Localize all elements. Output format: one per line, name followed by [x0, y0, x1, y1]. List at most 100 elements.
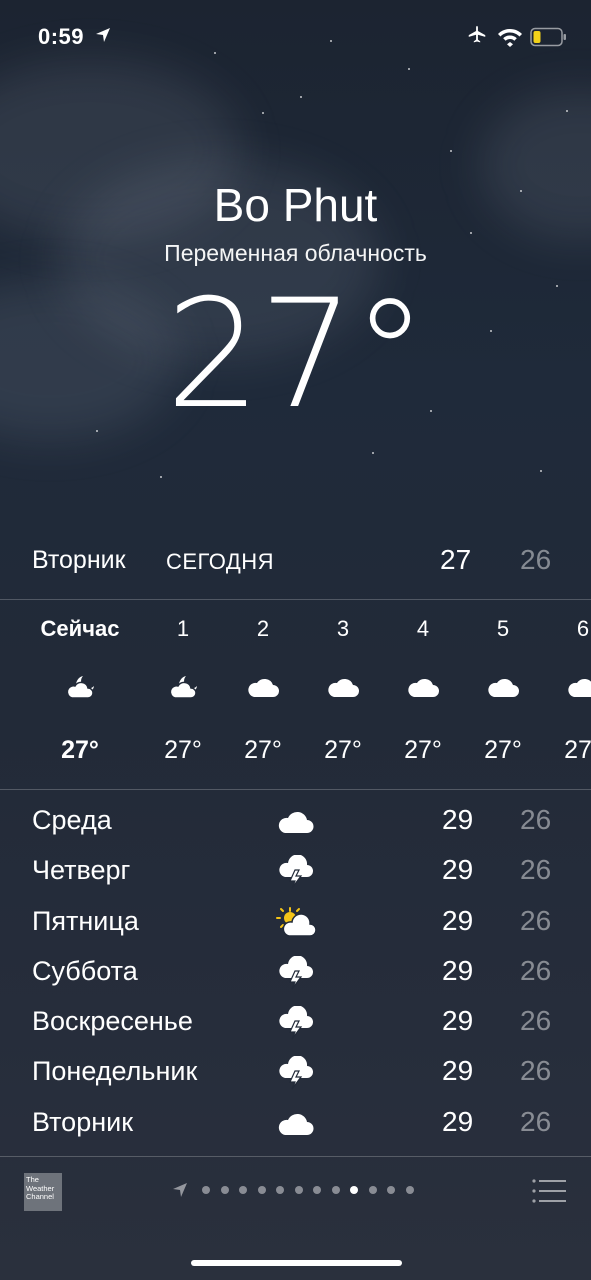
- hour-label: 5: [496, 616, 510, 641]
- hour-temp: 27°: [61, 736, 99, 764]
- cloud-icon: [278, 1113, 314, 1135]
- hourly-item: 6 27°: [543, 600, 591, 789]
- hour-temp: 27°: [564, 736, 591, 764]
- hourly-item: 2 27°: [223, 600, 303, 789]
- cloud-icon: [278, 811, 314, 833]
- weather-condition: Переменная облачность: [164, 240, 427, 266]
- daily-row: Пятница 29 26: [0, 898, 591, 948]
- status-time: 0:59: [38, 24, 85, 49]
- hourly-forecast[interactable]: Сейчас 27° 1 27° 2 27° 3 27° 4 27° 5 27°…: [0, 600, 591, 789]
- daily-low: 26: [520, 1055, 552, 1087]
- daily-forecast: Среда 29 26 Четверг 29 26 Пятница 29 26: [0, 797, 591, 1149]
- hourly-item: 3 27°: [303, 600, 383, 789]
- partly-cloudy-night-icon: [169, 676, 197, 699]
- daily-low: 26: [520, 954, 552, 986]
- daily-row: Вторник 29 26: [0, 1099, 591, 1149]
- daily-row: Суббота 29 26: [0, 948, 591, 998]
- list-icon[interactable]: [531, 1178, 567, 1204]
- hourly-item: Сейчас 27°: [40, 600, 120, 789]
- cloud-icon: [488, 678, 519, 697]
- daily-low: 26: [520, 854, 552, 886]
- daily-high: 29: [442, 954, 474, 986]
- hourly-item: 4 27°: [383, 600, 463, 789]
- daily-day: Суббота: [32, 955, 138, 986]
- city-name: Bo Phut: [213, 179, 378, 231]
- thunderstorm-icon: [279, 955, 313, 990]
- divider: [0, 789, 591, 790]
- page-dot[interactable]: [202, 1186, 210, 1194]
- hour-label: 6: [576, 616, 590, 641]
- page-dot[interactable]: [257, 1186, 266, 1194]
- page-dot[interactable]: [276, 1186, 284, 1194]
- daily-row: Воскресенье 29 26: [0, 998, 591, 1048]
- airplane-icon: [468, 25, 486, 43]
- wifi-icon: [498, 29, 522, 47]
- page-dot[interactable]: [405, 1186, 414, 1194]
- footer-toolbar: The Weather Channel: [0, 1158, 591, 1280]
- daily-day: Среда: [32, 805, 112, 835]
- cloud-icon: [328, 678, 359, 697]
- page-dot[interactable]: [239, 1186, 247, 1194]
- divider: [0, 1156, 591, 1157]
- daily-low: 26: [520, 804, 552, 835]
- daily-day: Четверг: [32, 855, 131, 886]
- page-dot[interactable]: [331, 1186, 340, 1194]
- page-dot[interactable]: [313, 1186, 321, 1194]
- daily-row: Среда 29 26: [0, 797, 591, 847]
- current-temperature: 27°: [165, 268, 428, 442]
- battery-icon: [530, 27, 566, 47]
- hour-label: 2: [256, 616, 270, 641]
- home-indicator[interactable]: [191, 1260, 402, 1266]
- daily-day: Вторник: [32, 1106, 134, 1137]
- daily-low: 26: [520, 1005, 552, 1037]
- today-low: 26: [520, 544, 552, 575]
- daily-row: Четверг 29 26: [0, 847, 591, 897]
- status-bar: 0:59: [0, 0, 591, 70]
- hourly-item: 1 27°: [143, 600, 223, 789]
- thunderstorm-icon: [279, 855, 313, 889]
- cloud-icon: [248, 678, 279, 697]
- page-dot[interactable]: [387, 1186, 395, 1194]
- daily-row: Понедельник 29 26: [0, 1048, 591, 1098]
- cloud-icon: [408, 678, 439, 697]
- page-dot[interactable]: [368, 1186, 377, 1194]
- today-summary-row: Вторник СЕГОДНЯ 27 26: [0, 540, 591, 586]
- thunderstorm-icon: [279, 1006, 313, 1040]
- today-day: Вторник: [32, 546, 126, 574]
- hour-label: 3: [336, 616, 350, 641]
- hour-temp: 27°: [324, 736, 362, 764]
- today-tag: СЕГОДНЯ: [166, 549, 275, 574]
- location-arrow-icon: [96, 28, 110, 42]
- thunderstorm-icon: [279, 1056, 313, 1090]
- daily-high: 29: [442, 854, 474, 886]
- daily-high: 29: [442, 804, 474, 835]
- partly-sunny-icon: [276, 906, 316, 937]
- hour-temp: 27°: [484, 736, 522, 764]
- weather-channel-logo[interactable]: The Weather Channel: [24, 1173, 62, 1211]
- page-indicator[interactable]: [172, 1182, 432, 1198]
- today-high: 27: [440, 544, 472, 575]
- daily-day: Воскресенье: [32, 1006, 193, 1037]
- page-dot[interactable]: [220, 1186, 229, 1194]
- daily-low: 26: [520, 904, 552, 936]
- daily-day: Понедельник: [32, 1056, 198, 1087]
- daily-high: 29: [442, 904, 474, 936]
- hour-label: 4: [416, 616, 430, 641]
- page-dot[interactable]: [350, 1186, 358, 1194]
- hour-temp: 27°: [244, 736, 282, 764]
- hourly-item: 5 27°: [463, 600, 543, 789]
- logo-text-line: Channel: [26, 1192, 54, 1201]
- hour-temp: 27°: [164, 736, 202, 764]
- daily-low: 26: [520, 1105, 552, 1137]
- hour-label: Сейчас: [40, 616, 120, 641]
- partly-cloudy-night-icon: [66, 676, 94, 699]
- daily-day: Пятница: [32, 905, 139, 936]
- daily-high: 29: [442, 1055, 474, 1087]
- daily-high: 29: [442, 1105, 474, 1137]
- hour-temp: 27°: [404, 736, 442, 764]
- location-arrow-icon: [173, 1183, 187, 1197]
- page-dot[interactable]: [294, 1186, 303, 1194]
- cloud-icon: [568, 679, 591, 697]
- hour-label: 1: [176, 616, 190, 641]
- daily-high: 29: [442, 1005, 474, 1037]
